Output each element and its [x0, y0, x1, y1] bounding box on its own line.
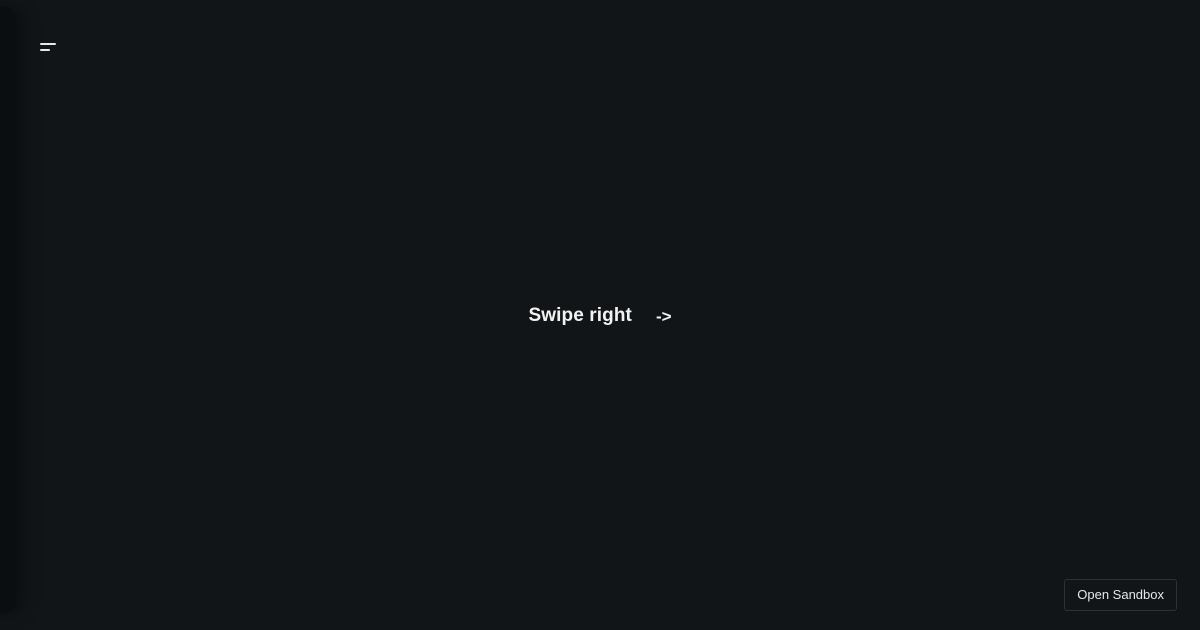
open-sandbox-button[interactable]: Open Sandbox: [1064, 579, 1177, 611]
swipe-hint: Swipe right ->: [0, 302, 1200, 330]
menu-icon[interactable]: [34, 36, 62, 60]
menu-icon-bottom-line: [40, 49, 50, 51]
app-root: Swipe right -> Open Sandbox: [0, 0, 1200, 630]
arrow-right-icon: ->: [655, 307, 672, 326]
swipe-hint-label: Swipe right: [528, 305, 632, 326]
menu-icon-top-line: [40, 43, 56, 45]
